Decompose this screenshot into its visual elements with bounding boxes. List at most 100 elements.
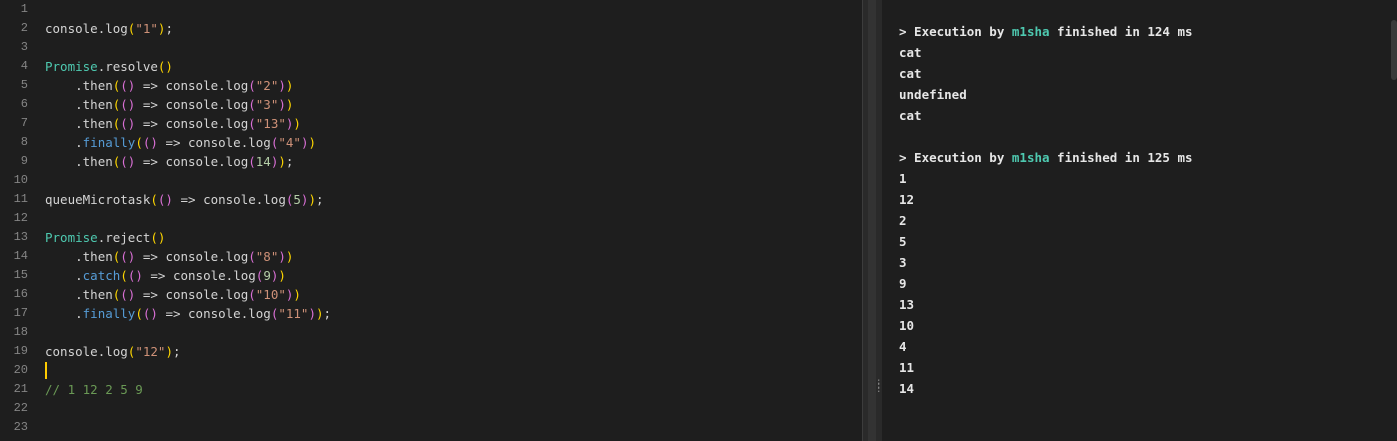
output-scrollbar[interactable] [1391,20,1397,80]
code-token: log [105,344,128,359]
code-line[interactable]: 20 [0,361,862,380]
code-token: ) [278,154,286,169]
code-token: log [263,192,286,207]
code-line[interactable]: 10 [0,171,862,190]
code-line[interactable]: 4 Promise.resolve() [0,57,862,76]
output-line: 1 [899,171,907,186]
output-line: 10 [899,318,915,333]
line-number: 19 [13,344,28,358]
code-token: console [165,154,219,169]
code-text: .then(() => console.log("13")) [45,114,301,133]
code-line[interactable]: 9 .then(() => console.log(14)); [0,152,862,171]
code-token: ) [285,78,294,93]
code-token: "3" [255,97,279,112]
output-line: 11 [899,360,915,375]
code-token: "8" [255,249,279,264]
code-token: log [225,116,249,131]
code-text: .then(() => console.log("2")) [45,76,293,95]
code-line[interactable]: 7 .then(() => console.log("13")) [0,114,862,133]
code-token: console [188,135,241,150]
output-line: 5 [899,234,907,249]
code-line[interactable]: 5 .then(() => console.log("2")) [0,76,862,95]
code-token: log [105,21,128,36]
code-line[interactable]: 2 console.log("1"); [0,19,862,38]
code-token: ; [323,306,332,321]
code-token: . [218,116,226,131]
execution-prefix: > Execution by [899,24,1012,39]
code-token: () [142,135,158,150]
output-panel: > Execution by m1sha finished in 124 ms c… [882,0,1397,441]
drag-handle-icon[interactable]: ::: [876,378,881,395]
code-editor[interactable]: 1 2 console.log("1"); 3 4 Promise.resolve() 5 … [0,0,862,441]
code-token: then [82,154,113,169]
code-token: () [120,116,136,131]
code-token: ; [172,344,181,359]
output-line: cat [899,108,922,123]
line-number: 8 [20,135,28,149]
code-token: ; [315,192,324,207]
code-line[interactable]: 3 [0,38,862,57]
line-number: 4 [20,59,28,73]
code-token: . [75,249,83,264]
execution-user: m1sha [1011,24,1050,39]
code-line[interactable]: 22 [0,399,862,418]
code-text: .then(() => console.log(14)); [45,152,293,171]
line-number: 15 [13,268,28,282]
code-line[interactable]: 21 // 1 12 2 5 9 [0,380,862,399]
code-token: => [142,268,173,283]
line-number: 3 [20,40,28,54]
line-number: 22 [13,401,28,415]
code-token: => [172,192,204,207]
line-number: 10 [13,173,28,187]
splitter-bar[interactable] [868,0,876,441]
code-line[interactable]: 18 [0,323,862,342]
code-line[interactable]: 1 [0,0,862,19]
code-line[interactable]: 13 Promise.reject() [0,228,862,247]
code-line[interactable]: 6 .then(() => console.log("3")) [0,95,862,114]
code-token: ) [308,306,316,321]
code-text: Promise.reject() [45,228,165,247]
code-text: .finally(() => console.log("11")); [45,304,331,323]
code-token: () [127,268,143,283]
code-token: ) [293,287,301,302]
code-line[interactable]: 12 [0,209,862,228]
code-token: ) [278,268,286,283]
code-token: then [82,287,113,302]
code-token: ) [278,78,286,93]
code-token: "13" [255,116,286,131]
code-token: () [157,59,173,74]
code-line[interactable]: 16 .then(() => console.log("10")) [0,285,862,304]
code-token: ( [248,287,256,302]
code-token: ( [135,135,143,150]
code-token: "11" [278,306,309,321]
code-token: ) [278,249,286,264]
code-token: 5 [293,192,301,207]
code-token: "12" [135,344,166,359]
code-line[interactable]: 15 .catch(() => console.log(9)) [0,266,862,285]
code-token: => [157,306,189,321]
code-token: . [75,116,83,131]
code-text: .then(() => console.log("3")) [45,95,293,114]
output-line: cat [899,66,922,81]
code-line[interactable]: 11 queueMicrotask(() => console.log(5)); [0,190,862,209]
code-line[interactable]: 23 [0,418,862,437]
code-line[interactable]: 19 console.log("12"); [0,342,862,361]
line-number: 23 [13,420,28,434]
code-token: () [120,78,136,93]
code-line[interactable]: 14 .then(() => console.log("8")) [0,247,862,266]
code-token: ( [248,249,256,264]
code-token: then [82,78,113,93]
code-token: . [218,287,226,302]
line-number: 9 [20,154,28,168]
code-token: then [82,116,113,131]
execution-suffix: finished in 125 ms [1049,150,1193,165]
app-window: 1 2 console.log("1"); 3 4 Promise.resolve() 5 … [0,0,1397,441]
code-token: // 1 12 2 5 9 [45,382,143,397]
code-line[interactable]: 17 .finally(() => console.log("11")); [0,304,862,323]
code-token: console [165,97,219,112]
code-line[interactable]: 8 .finally(() => console.log("4")) [0,133,862,152]
code-token: => [135,97,166,112]
